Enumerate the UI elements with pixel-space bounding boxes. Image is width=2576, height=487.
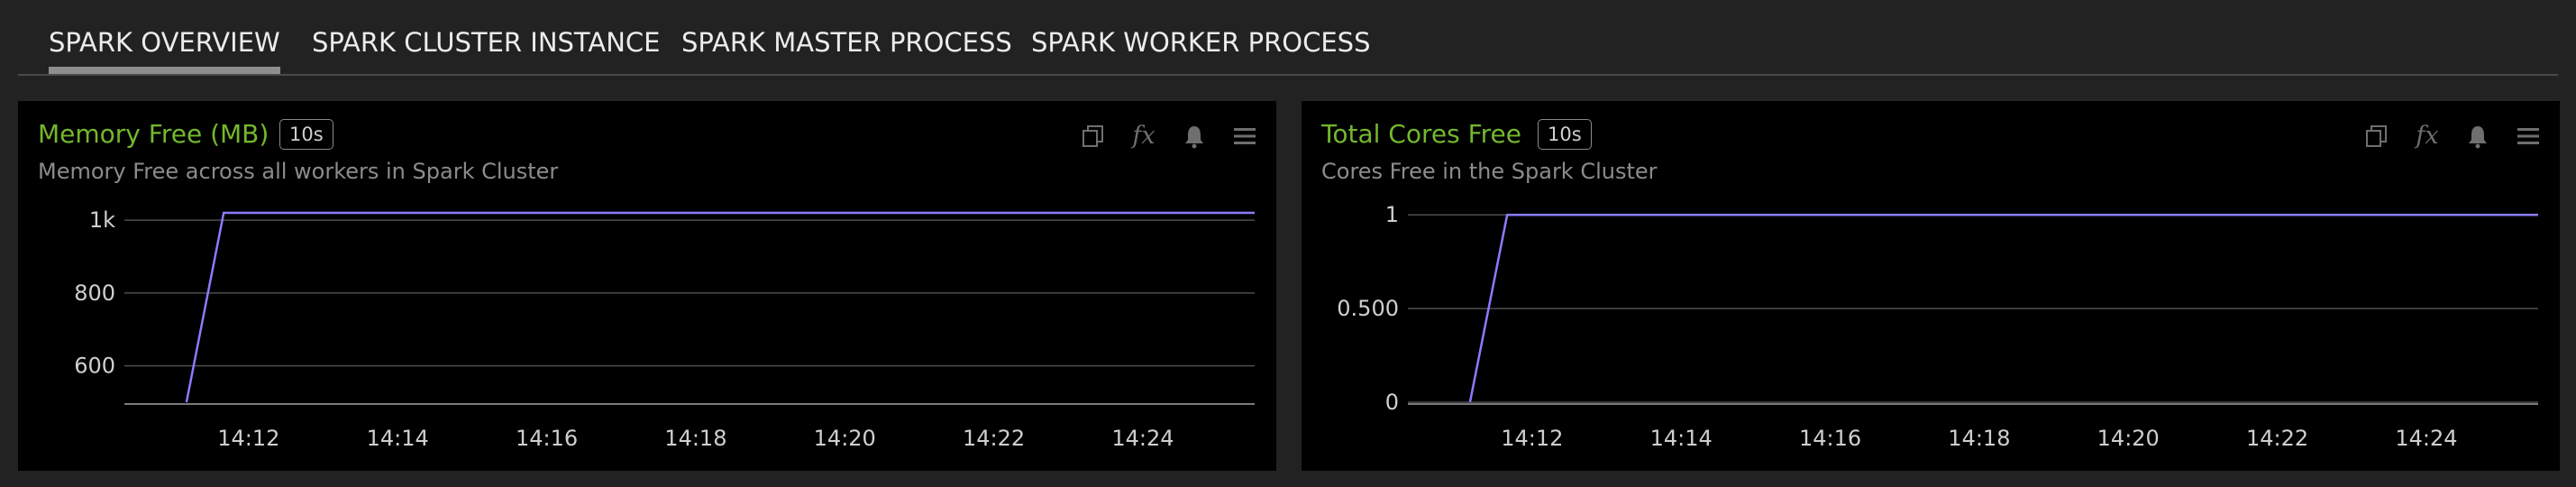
dashboard-tabs: SPARK OVERVIEW SPARK CLUSTER INSTANCE SP… — [18, 0, 2558, 76]
y-tick-label: 0.500 — [1337, 296, 1399, 321]
x-tick-label: 14:20 — [814, 426, 876, 451]
y-tick-label: 1 — [1385, 202, 1399, 227]
x-tick-label: 14:22 — [2246, 426, 2308, 451]
y-tick-label: 600 — [74, 354, 115, 379]
series-line — [185, 211, 1255, 403]
x-tick-label: 14:22 — [963, 426, 1025, 451]
x-tick-label: 14:18 — [1948, 426, 2010, 451]
x-tick-label: 14:12 — [1501, 426, 1563, 451]
tab-spark-overview[interactable]: SPARK OVERVIEW — [49, 27, 280, 74]
tab-spark-cluster-instance[interactable]: SPARK CLUSTER INSTANCE — [312, 27, 661, 74]
memory-free-panel: Memory Free (MB) 10s Memory Free across … — [18, 101, 1276, 471]
x-tick-label: 14:24 — [2395, 426, 2457, 451]
y-tick-label: 1k — [89, 207, 115, 233]
tab-spark-master-process[interactable]: SPARK MASTER PROCESS — [681, 27, 1012, 74]
total-cores-free-chart: 0 0.500 1 14:12 14:14 14:16 14:18 14:20 14:22 14:… — [1337, 202, 2538, 451]
x-tick-label: 14:12 — [217, 426, 279, 451]
total-cores-free-panel: Total Cores Free 10s Cores Free in the S… — [1302, 101, 2560, 471]
x-tick-label: 14:14 — [367, 426, 429, 451]
tab-spark-worker-process[interactable]: SPARK WORKER PROCESS — [1031, 27, 1370, 74]
x-tick-label: 14:14 — [1650, 426, 1713, 451]
y-tick-label: 800 — [74, 280, 115, 306]
x-tick-label: 14:18 — [664, 426, 726, 451]
x-tick-label: 14:20 — [2097, 426, 2160, 451]
x-tick-label: 14:16 — [516, 426, 578, 451]
y-tick-label: 0 — [1385, 390, 1399, 415]
memory-free-chart: 600 800 1k 14:12 14:14 14:16 14:18 14:20 14:22 14… — [74, 207, 1255, 451]
x-tick-label: 14:16 — [1799, 426, 1861, 451]
x-tick-label: 14:24 — [1111, 426, 1174, 451]
